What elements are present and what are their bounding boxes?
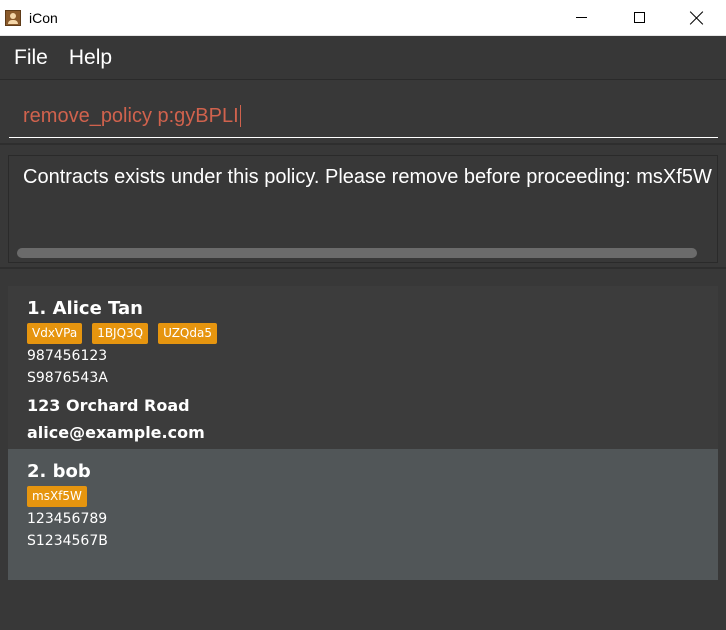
person-phone: 987456123 xyxy=(27,348,108,364)
close-icon xyxy=(690,11,704,25)
person-nric: S9876543A xyxy=(27,370,108,386)
window-controls xyxy=(552,0,726,36)
text-caret xyxy=(239,105,241,127)
horizontal-scrollbar[interactable] xyxy=(17,248,697,258)
app-icon xyxy=(5,9,21,26)
menu-help[interactable]: Help xyxy=(69,46,112,70)
command-input[interactable]: remove_policy p:gyBPLI xyxy=(9,95,718,138)
tag: UZQda5 xyxy=(158,323,217,344)
minimize-icon xyxy=(575,17,587,18)
person-phone: 123456789 xyxy=(27,511,108,527)
person-address: 123 Orchard Road xyxy=(27,396,190,415)
tag: VdxVPa xyxy=(27,323,83,344)
tag: msXf5W xyxy=(27,486,87,507)
result-message: Contracts exists under this policy. Plea… xyxy=(23,166,712,188)
window-title: iCon xyxy=(29,9,58,26)
person-card[interactable]: 1. Alice Tan VdxVPa 1BJQ3Q UZQda5 987456… xyxy=(8,286,718,449)
person-list: 1. Alice Tan VdxVPa 1BJQ3Q UZQda5 987456… xyxy=(0,271,726,630)
person-name: 2. bob xyxy=(27,461,91,482)
menu-file[interactable]: File xyxy=(14,46,48,70)
command-text: remove_policy p:gyBPLI xyxy=(23,104,239,127)
maximize-button[interactable] xyxy=(610,0,668,36)
title-bar: iCon xyxy=(0,0,726,36)
close-button[interactable] xyxy=(668,0,726,36)
maximize-icon xyxy=(633,12,645,23)
person-nric: S1234567B xyxy=(27,533,108,549)
tag-list: msXf5W xyxy=(27,486,718,508)
result-box[interactable]: Contracts exists under this policy. Plea… xyxy=(8,155,718,263)
tag-list: VdxVPa 1BJQ3Q UZQda5 xyxy=(27,323,718,345)
result-display: Contracts exists under this policy. Plea… xyxy=(0,147,726,269)
person-card-selected[interactable]: 2. bob msXf5W 123456789 S1234567B xyxy=(8,449,718,580)
tag: 1BJQ3Q xyxy=(92,323,149,344)
minimize-button[interactable] xyxy=(552,0,610,36)
person-email: alice@example.com xyxy=(27,423,205,442)
command-box: remove_policy p:gyBPLI xyxy=(0,81,726,145)
menu-bar: File Help xyxy=(0,36,726,80)
person-name: 1. Alice Tan xyxy=(27,298,143,319)
